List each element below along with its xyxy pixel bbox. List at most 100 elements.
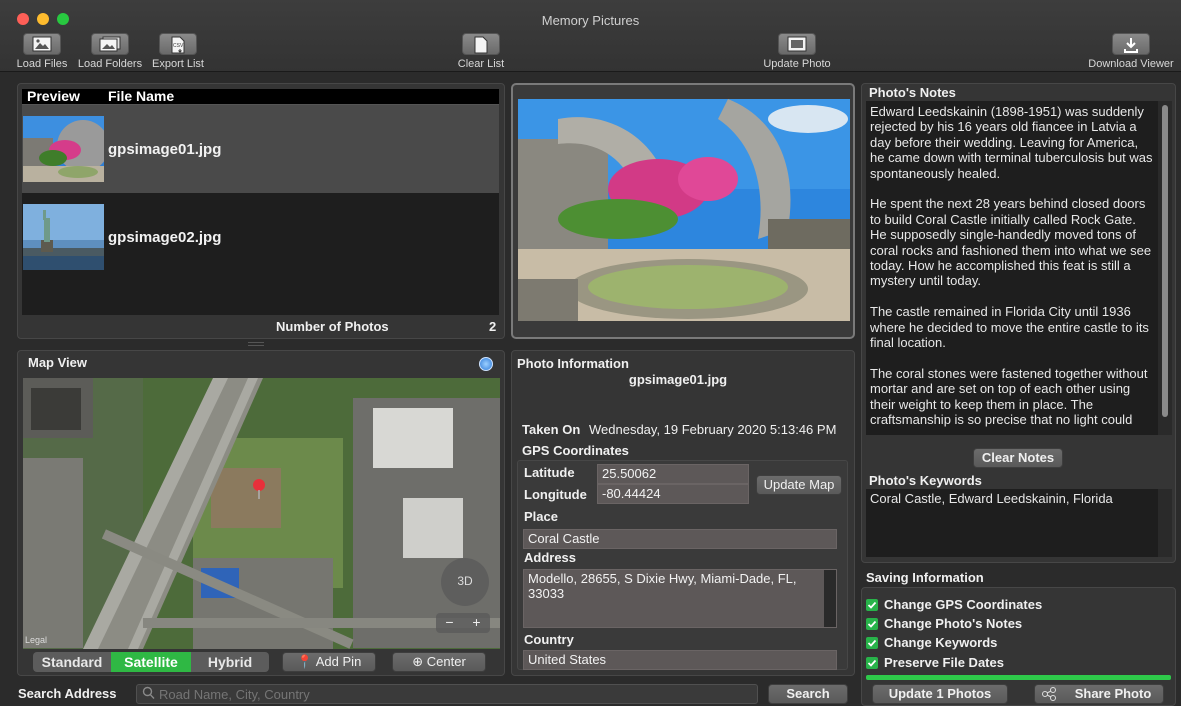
file-table: Preview File Name gpsimage01.jpg gpsimag… bbox=[22, 88, 499, 315]
map-mode-hybrid[interactable]: Hybrid bbox=[191, 652, 269, 672]
share-photo-button[interactable]: Share Photo bbox=[1034, 684, 1164, 704]
file-name: gpsimage02.jpg bbox=[108, 229, 222, 246]
split-view-handle[interactable] bbox=[248, 342, 264, 346]
notes-text: Edward Leedskainin (1898-1951) was sudde… bbox=[870, 104, 1153, 428]
map-imagery bbox=[23, 378, 500, 649]
search-field bbox=[136, 684, 758, 704]
download-viewer-button[interactable]: Download Viewer bbox=[1084, 33, 1178, 70]
photo-preview-frame[interactable] bbox=[511, 83, 855, 339]
longitude-input[interactable]: -80.44424 bbox=[597, 484, 749, 504]
share-icon bbox=[1041, 687, 1057, 706]
column-header-file-name[interactable]: File Name bbox=[108, 88, 174, 104]
window-title: Memory Pictures bbox=[541, 13, 640, 28]
place-label: Place bbox=[524, 509, 558, 524]
file-name: gpsimage01.jpg bbox=[108, 141, 222, 158]
load-folders-button[interactable]: Load Folders bbox=[74, 33, 146, 70]
document-icon bbox=[462, 33, 500, 55]
clear-notes-button[interactable]: Clear Notes bbox=[973, 448, 1063, 468]
saving-title: Saving Information bbox=[866, 570, 984, 585]
search-address-label: Search Address bbox=[18, 686, 117, 701]
location-icon[interactable] bbox=[479, 357, 493, 371]
address-textarea[interactable]: Modello, 28655, S Dixie Hwy, Miami-Dade,… bbox=[523, 569, 837, 628]
address-text: Modello, 28655, S Dixie Hwy, Miami-Dade,… bbox=[528, 571, 797, 601]
photo-update-icon bbox=[778, 33, 816, 55]
map-mode-standard[interactable]: Standard bbox=[33, 652, 111, 672]
file-table-header: Preview File Name bbox=[22, 88, 499, 105]
pin-icon: 📍 bbox=[296, 654, 313, 669]
number-of-photos-value: 2 bbox=[489, 319, 497, 334]
gps-coordinates-label: GPS Coordinates bbox=[522, 443, 629, 458]
export-list-button[interactable]: CSV Export List bbox=[150, 33, 206, 70]
export-list-label: Export List bbox=[152, 58, 204, 70]
map-legal-link[interactable]: Legal bbox=[25, 635, 47, 645]
keywords-title: Photo's Keywords bbox=[869, 473, 982, 488]
checkbox-label: Change Keywords bbox=[884, 635, 998, 650]
search-icon bbox=[142, 686, 155, 703]
save-progress-bar bbox=[866, 675, 1171, 680]
map-pin-icon[interactable] bbox=[251, 478, 267, 500]
taken-on-label: Taken On bbox=[522, 422, 581, 437]
zoom-in-button[interactable]: + bbox=[463, 614, 490, 630]
keywords-text: Coral Castle, Edward Leedskainin, Florid… bbox=[870, 491, 1113, 506]
table-row[interactable]: gpsimage02.jpg bbox=[22, 193, 499, 281]
zoom-out-button[interactable]: − bbox=[436, 614, 463, 630]
checkmark-icon bbox=[866, 657, 878, 669]
checkmark-icon bbox=[866, 637, 878, 649]
checkbox-label: Preserve File Dates bbox=[884, 655, 1004, 670]
add-pin-button[interactable]: 📍 Add Pin bbox=[282, 652, 376, 672]
load-folders-label: Load Folders bbox=[77, 58, 143, 70]
taken-on-value: Wednesday, 19 February 2020 5:13:46 PM bbox=[589, 422, 837, 437]
clear-list-label: Clear List bbox=[457, 58, 505, 70]
address-scrollbar[interactable] bbox=[824, 570, 836, 627]
thumbnail-statue-of-liberty bbox=[23, 204, 104, 270]
update-photos-button[interactable]: Update 1 Photos bbox=[872, 684, 1008, 704]
column-header-preview[interactable]: Preview bbox=[27, 88, 80, 104]
keywords-textarea[interactable]: Coral Castle, Edward Leedskainin, Florid… bbox=[866, 489, 1172, 557]
map-view-title: Map View bbox=[28, 355, 88, 370]
zoom-control: − + bbox=[436, 613, 490, 633]
compass-3d-label: 3D bbox=[457, 574, 473, 588]
checkbox-label: Change Photo's Notes bbox=[884, 616, 1023, 631]
keywords-scrollbar[interactable] bbox=[1158, 489, 1172, 557]
satellite-map[interactable]: Legal 3D − + bbox=[23, 378, 500, 649]
add-pin-label: Add Pin bbox=[315, 654, 362, 669]
photo-info-title: Photo Information bbox=[517, 356, 629, 371]
csv-file-icon: CSV bbox=[159, 33, 197, 55]
update-photo-label: Update Photo bbox=[763, 58, 831, 70]
longitude-label: Longitude bbox=[524, 487, 587, 502]
table-row[interactable]: gpsimage01.jpg bbox=[22, 105, 499, 193]
checkmark-icon bbox=[866, 618, 878, 630]
notes-scroll-thumb[interactable] bbox=[1162, 105, 1168, 417]
checkbox-label: Change GPS Coordinates bbox=[884, 597, 1043, 612]
download-viewer-label: Download Viewer bbox=[1088, 58, 1174, 70]
compass-control[interactable]: 3D bbox=[441, 558, 489, 606]
notes-textarea[interactable]: Edward Leedskainin (1898-1951) was sudde… bbox=[866, 101, 1172, 435]
search-input[interactable] bbox=[136, 684, 758, 704]
notes-scrollbar[interactable] bbox=[1158, 101, 1172, 435]
load-files-button[interactable]: Load Files bbox=[14, 33, 70, 70]
update-photo-button[interactable]: Update Photo bbox=[758, 33, 836, 70]
checkmark-icon bbox=[866, 599, 878, 611]
photo-info-file-name: gpsimage01.jpg bbox=[628, 372, 728, 387]
search-button[interactable]: Search bbox=[768, 684, 848, 704]
address-label: Address bbox=[524, 550, 577, 565]
title-bar: Memory Pictures Load Files Load Folders … bbox=[0, 0, 1181, 72]
map-mode-satellite[interactable]: Satellite bbox=[111, 652, 191, 672]
crosshair-icon: ⊕ bbox=[412, 654, 424, 669]
country-input[interactable]: United States bbox=[523, 650, 837, 670]
center-label: Center bbox=[426, 654, 466, 669]
notes-title: Photo's Notes bbox=[869, 85, 956, 100]
latitude-input[interactable]: 25.50062 bbox=[597, 464, 749, 484]
images-icon bbox=[91, 33, 129, 55]
thumbnail-coral-castle bbox=[23, 116, 104, 182]
country-label: Country bbox=[524, 632, 574, 647]
share-photo-label: Share Photo bbox=[1074, 686, 1152, 701]
download-icon bbox=[1112, 33, 1150, 55]
load-files-label: Load Files bbox=[16, 58, 68, 70]
place-input[interactable]: Coral Castle bbox=[523, 529, 837, 549]
clear-list-button[interactable]: Clear List bbox=[455, 33, 507, 70]
save-progress-fill bbox=[866, 675, 1171, 680]
csv-icon-text: CSV bbox=[173, 43, 184, 49]
update-map-button[interactable]: Update Map bbox=[756, 475, 842, 495]
center-button[interactable]: ⊕ Center bbox=[392, 652, 486, 672]
